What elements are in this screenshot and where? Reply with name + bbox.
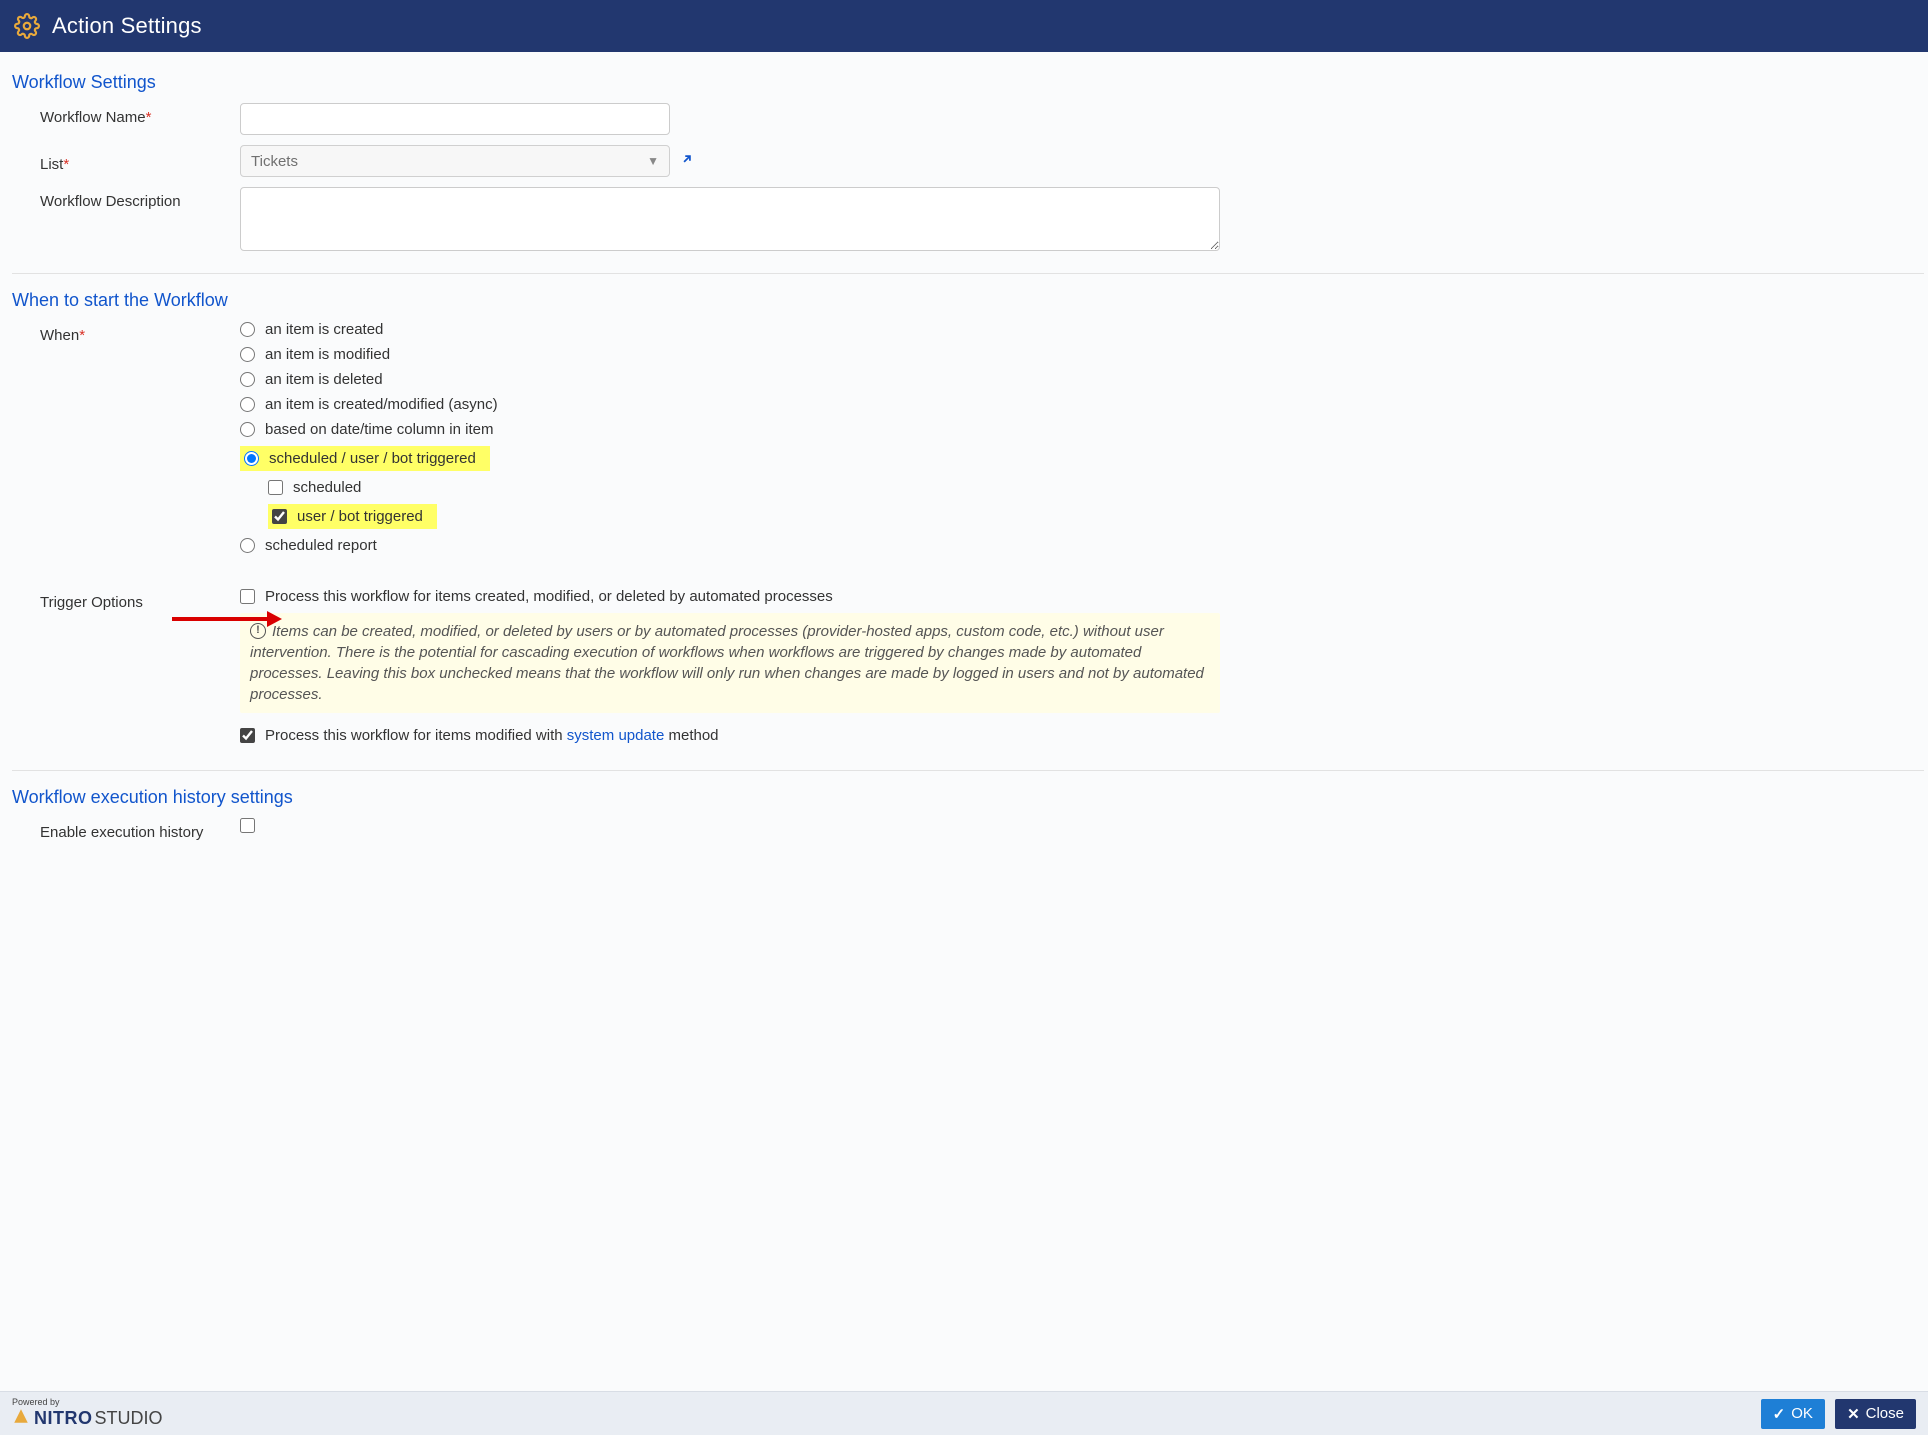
trigger-info-note: !Items can be created, modified, or dele…	[240, 613, 1220, 713]
radio-item-modified-label: an item is modified	[265, 346, 390, 363]
list-select[interactable]: Tickets ▼	[240, 145, 670, 177]
checkbox-process-automated[interactable]	[240, 589, 255, 604]
checkbox-user-bot[interactable]	[272, 509, 287, 524]
list-select-value: Tickets	[251, 153, 298, 170]
checkbox-scheduled-label: scheduled	[293, 479, 361, 496]
radio-scheduled-user-bot[interactable]	[244, 451, 259, 466]
info-icon: !	[250, 623, 266, 639]
list-label: List*	[40, 150, 240, 173]
checkbox-enable-exec-history[interactable]	[240, 818, 255, 833]
nitro-logo-icon	[12, 1407, 30, 1429]
radio-scheduled-user-bot-label: scheduled / user / bot triggered	[269, 450, 476, 467]
checkbox-process-automated-label: Process this workflow for items created,…	[265, 588, 833, 605]
trigger-options-label: Trigger Options	[40, 588, 240, 611]
section-workflow-settings-title: Workflow Settings	[12, 72, 1924, 93]
radio-item-created-label: an item is created	[265, 321, 383, 338]
checkbox-user-bot-label: user / bot triggered	[297, 508, 423, 525]
radio-date-time-column-label: based on date/time column in item	[265, 421, 493, 438]
radio-item-deleted-label: an item is deleted	[265, 371, 383, 388]
footer-brand-sub: STUDIO	[95, 1408, 163, 1429]
close-icon: ✕	[1847, 1405, 1860, 1423]
ok-button[interactable]: ✓ OK	[1761, 1399, 1825, 1429]
workflow-name-input[interactable]	[240, 103, 670, 135]
gear-icon	[14, 13, 40, 39]
close-button[interactable]: ✕ Close	[1835, 1399, 1916, 1429]
checkbox-user-bot-highlighted: user / bot triggered	[268, 504, 437, 529]
radio-item-deleted[interactable]	[240, 372, 255, 387]
section-when-title: When to start the Workflow	[12, 290, 1924, 311]
footer-bar: Powered by NITRO STUDIO ✓ OK ✕ Close	[0, 1391, 1928, 1435]
footer-powered-by: Powered by	[12, 1398, 60, 1407]
checkbox-process-system-update-label: Process this workflow for items modified…	[265, 727, 719, 744]
workflow-name-label: Workflow Name*	[40, 103, 240, 126]
dialog-body: Workflow Settings Workflow Name* List* T…	[0, 52, 1928, 1391]
footer-logo: Powered by NITRO STUDIO	[12, 1398, 163, 1429]
radio-item-created-modified-async-label: an item is created/modified (async)	[265, 396, 498, 413]
checkbox-scheduled[interactable]	[268, 480, 283, 495]
radio-date-time-column[interactable]	[240, 422, 255, 437]
system-update-link[interactable]: system update	[567, 727, 665, 744]
section-history-title: Workflow execution history settings	[12, 787, 1924, 808]
titlebar: Action Settings	[0, 0, 1928, 52]
workflow-description-textarea[interactable]	[240, 187, 1220, 251]
page-title: Action Settings	[52, 13, 202, 39]
footer-brand-main: NITRO	[34, 1408, 93, 1429]
radio-scheduled-report-label: scheduled report	[265, 537, 377, 554]
radio-item-modified[interactable]	[240, 347, 255, 362]
checkbox-process-system-update[interactable]	[240, 728, 255, 743]
radio-item-created-modified-async[interactable]	[240, 397, 255, 412]
enable-exec-history-label: Enable execution history	[40, 818, 240, 841]
caret-down-icon: ▼	[647, 154, 659, 168]
open-list-external-icon[interactable]	[680, 152, 694, 171]
workflow-description-label: Workflow Description	[40, 187, 240, 210]
radio-item-created[interactable]	[240, 322, 255, 337]
when-label: When*	[40, 321, 240, 344]
radio-scheduled-report[interactable]	[240, 538, 255, 553]
radio-scheduled-user-bot-highlighted: scheduled / user / bot triggered	[240, 446, 490, 471]
check-icon: ✓	[1773, 1405, 1786, 1423]
